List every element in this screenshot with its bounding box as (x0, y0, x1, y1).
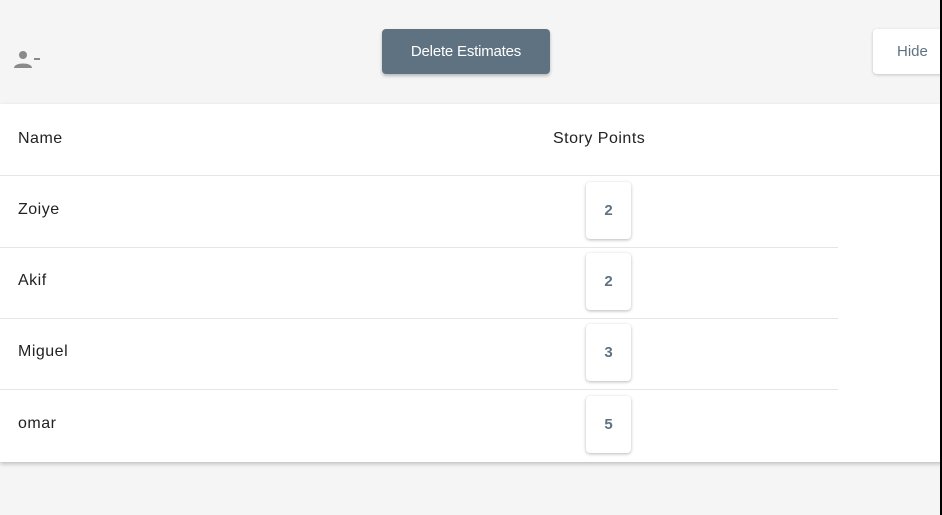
story-points-card[interactable]: 2 (586, 253, 631, 310)
story-points-card[interactable]: 2 (586, 182, 631, 239)
table-row: Akif 2 (0, 247, 838, 319)
estimates-table: Name Story Points Zoiye 2 Akif 2 Miguel … (0, 104, 942, 462)
hide-button[interactable]: Hide (873, 29, 942, 74)
table-row: omar 5 (0, 390, 838, 461)
page: Delete Estimates Hide Name Story Points … (0, 0, 942, 515)
column-header-name: Name (18, 130, 63, 147)
person-remove-icon (14, 51, 40, 68)
participant-name: omar (18, 415, 57, 432)
remove-user-button[interactable] (13, 49, 43, 71)
participant-name: Miguel (18, 343, 69, 360)
story-points-card[interactable]: 3 (586, 324, 631, 381)
table-row: Zoiye 2 (0, 176, 838, 248)
story-points-card[interactable]: 5 (586, 396, 631, 453)
column-header-story-points: Story Points (553, 130, 646, 147)
table-header: Name Story Points (0, 104, 942, 176)
table-row: Miguel 3 (0, 318, 838, 390)
participant-name: Akif (18, 272, 47, 289)
toolbar: Delete Estimates Hide (0, 0, 942, 104)
participant-name: Zoiye (18, 201, 60, 218)
delete-estimates-button[interactable]: Delete Estimates (382, 29, 550, 74)
